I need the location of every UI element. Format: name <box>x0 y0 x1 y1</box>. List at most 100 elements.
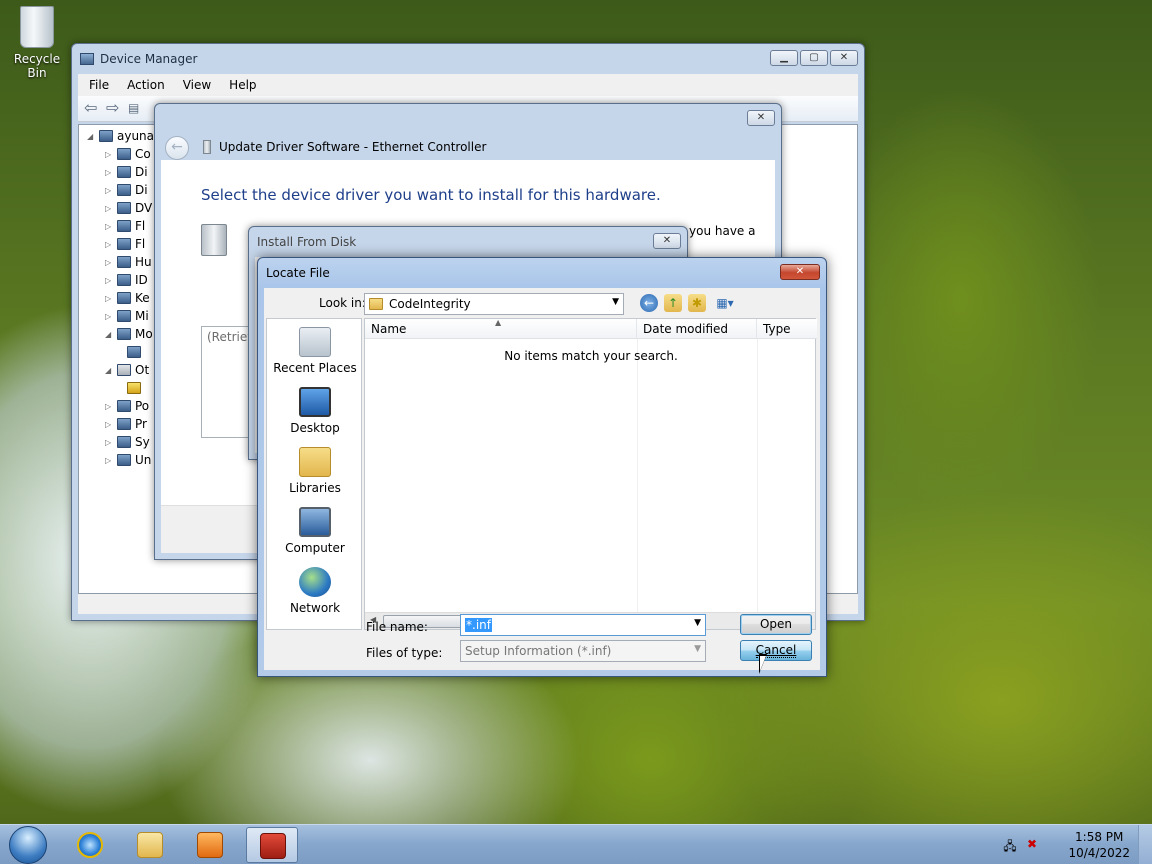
chevron-down-icon[interactable]: ▼ <box>694 644 701 654</box>
properties-icon[interactable]: ▤ <box>128 101 146 117</box>
device-icon <box>117 274 131 286</box>
column-header-label: Name <box>371 322 407 336</box>
tree-item[interactable]: ▷ Po <box>105 397 149 415</box>
windows-logo-icon <box>9 826 47 864</box>
tree-item[interactable]: ▷ Ke <box>105 289 150 307</box>
start-button[interactable] <box>4 826 54 864</box>
place-desktop[interactable]: Desktop <box>267 387 363 435</box>
column-header-type[interactable]: Type <box>757 319 817 339</box>
taskbar-device-manager[interactable] <box>246 827 298 863</box>
recycle-bin-shortcut[interactable]: Recycle Bin <box>4 6 70 80</box>
close-button[interactable]: ✕ <box>780 264 820 280</box>
forward-arrow-icon[interactable]: ⇨ <box>106 99 124 117</box>
cancel-button[interactable]: Cancel <box>740 640 812 661</box>
tree-item-label: Fl <box>135 237 146 251</box>
taskbar-explorer[interactable] <box>124 827 176 863</box>
menu-help[interactable]: Help <box>222 76 263 94</box>
device-icon <box>117 400 131 412</box>
volume-muted-icon[interactable]: ✖ <box>1024 837 1040 853</box>
menu-view[interactable]: View <box>176 76 218 94</box>
taskbar: 🖧 ✖ 1:58 PM 10/4/2022 <box>0 824 1152 864</box>
device-icon <box>117 292 131 304</box>
recycle-bin-label: Recycle Bin <box>13 52 61 80</box>
maximize-button[interactable]: ▢ <box>800 50 828 66</box>
tree-item[interactable]: ▷ Di <box>105 163 148 181</box>
view-menu-icon[interactable]: ▦▾ <box>712 294 738 312</box>
back-icon[interactable]: ← <box>640 294 658 312</box>
tree-root[interactable]: ◢ ayuna <box>87 127 154 145</box>
tree-item[interactable]: ▷ Fl <box>105 235 145 253</box>
network-icon[interactable]: 🖧 <box>1002 837 1018 853</box>
collapse-icon: ◢ <box>105 365 112 375</box>
tree-item[interactable]: ▷ Co <box>105 145 151 163</box>
close-button[interactable]: ✕ <box>653 233 681 249</box>
toolbox-icon <box>260 833 286 859</box>
menu-action[interactable]: Action <box>120 76 172 94</box>
device-icon <box>117 238 131 250</box>
taskbar-media-player[interactable] <box>184 827 236 863</box>
desktop-icon <box>299 387 331 417</box>
chevron-down-icon[interactable]: ▼ <box>612 297 619 307</box>
place-libraries[interactable]: Libraries <box>267 447 363 495</box>
column-divider <box>637 339 638 612</box>
up-folder-icon[interactable]: ↑ <box>664 294 682 312</box>
file-list[interactable]: Name ▲ Date modified Type No items match… <box>364 318 817 630</box>
tree-item-label: Mi <box>135 309 149 323</box>
device-icon <box>127 346 141 358</box>
open-button[interactable]: Open <box>740 614 812 635</box>
device-manager-titlebar[interactable]: Device Manager <box>72 44 864 74</box>
locate-file-titlebar[interactable]: Locate File <box>258 258 826 288</box>
expand-icon: ▷ <box>105 185 112 195</box>
tree-subitem[interactable] <box>127 379 141 397</box>
tree-item[interactable]: ▷ Pr <box>105 415 147 433</box>
close-button[interactable]: ✕ <box>830 50 858 66</box>
minimize-button[interactable]: ▁ <box>770 50 798 66</box>
chevron-down-icon[interactable]: ▼ <box>694 618 701 628</box>
tree-subitem[interactable] <box>127 343 141 361</box>
back-arrow-icon[interactable]: ⇦ <box>84 99 102 117</box>
menu-file[interactable]: File <box>82 76 116 94</box>
internet-explorer-icon <box>77 832 103 858</box>
tree-item-label: DV <box>135 201 153 215</box>
tree-item[interactable]: ▷ Sy <box>105 433 150 451</box>
new-folder-icon[interactable]: ✱ <box>688 294 706 312</box>
files-of-type-combobox[interactable]: Setup Information (*.inf) ▼ <box>460 640 706 662</box>
column-header-name[interactable]: Name ▲ <box>365 318 637 339</box>
place-computer[interactable]: Computer <box>267 507 363 555</box>
tree-item[interactable]: ▷ DV <box>105 199 152 217</box>
place-label: Computer <box>285 541 345 555</box>
look-in-value: CodeIntegrity <box>389 297 471 311</box>
file-name-combobox[interactable]: *.inf ▼ <box>460 614 706 636</box>
expand-icon: ▷ <box>105 419 112 429</box>
place-network[interactable]: Network <box>267 567 363 615</box>
system-tray: 🖧 ✖ 1:58 PM 10/4/2022 <box>1002 825 1152 864</box>
install-from-disk-titlebar[interactable]: Install From Disk <box>249 227 687 257</box>
clock-time: 1:58 PM <box>1075 830 1124 844</box>
close-button[interactable]: ✕ <box>747 110 775 126</box>
device-icon <box>117 166 131 178</box>
place-recent-places[interactable]: Recent Places <box>267 327 363 375</box>
tree-item[interactable]: ▷ Di <box>105 181 148 199</box>
look-in-combobox[interactable]: CodeIntegrity ▼ <box>364 293 624 315</box>
tree-item-label: Fl <box>135 219 146 233</box>
tree-item[interactable]: ◢ Ot <box>105 361 149 379</box>
collapse-icon[interactable]: ◢ <box>87 132 95 141</box>
tree-item[interactable]: ▷ Hu <box>105 253 152 271</box>
tree-item[interactable]: ▷ Mi <box>105 307 149 325</box>
tree-item[interactable]: ◢ Mo <box>105 325 153 343</box>
clock[interactable]: 1:58 PM 10/4/2022 <box>1068 829 1130 861</box>
taskbar-internet-explorer[interactable] <box>64 827 116 863</box>
tree-item-label: Mo <box>135 327 153 341</box>
column-header-date-modified[interactable]: Date modified <box>637 319 757 339</box>
device-small-icon <box>203 140 211 154</box>
tree-item[interactable]: ▷ Un <box>105 451 151 469</box>
expand-icon: ▷ <box>105 203 112 213</box>
expand-icon: ▷ <box>105 455 112 465</box>
expand-icon: ▷ <box>105 149 112 159</box>
tree-item[interactable]: ▷ Fl <box>105 217 145 235</box>
show-desktop-button[interactable] <box>1138 825 1152 864</box>
device-icon <box>117 418 131 430</box>
tree-item[interactable]: ▷ ID <box>105 271 148 289</box>
expand-icon: ▷ <box>105 437 112 447</box>
back-arrow-icon[interactable]: ← <box>165 136 189 160</box>
